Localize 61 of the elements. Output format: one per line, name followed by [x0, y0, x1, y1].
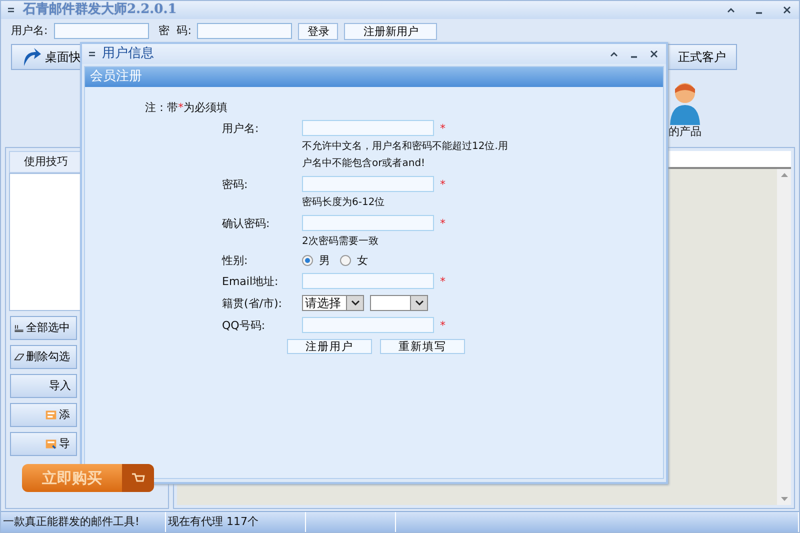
- product-label: 的产品: [668, 125, 702, 138]
- option-label: 女: [357, 254, 368, 268]
- close-icon[interactable]: [648, 48, 660, 60]
- scrollbar[interactable]: [777, 169, 791, 505]
- form-icon: [45, 437, 57, 451]
- status-text: 一款真正能群发的邮件工具!: [1, 512, 166, 532]
- dialog-title: 用户信息: [102, 46, 154, 62]
- dropdown[interactable]: [370, 295, 428, 312]
- cart-icon: [131, 472, 145, 484]
- password-field[interactable]: [197, 23, 292, 39]
- option-label: 男: [319, 254, 330, 268]
- username-field[interactable]: [54, 23, 149, 39]
- input-field[interactable]: [302, 215, 434, 232]
- input-field[interactable]: [302, 176, 434, 192]
- toolbar-button[interactable]: 正式客户: [667, 44, 737, 70]
- side-button[interactable]: 导入: [10, 374, 77, 398]
- dropdown[interactable]: 请选择: [302, 295, 364, 312]
- hint-text: 不允许中文名，用户名和密码不能超过12位.用: [302, 141, 509, 154]
- required-mark: *: [440, 274, 446, 288]
- required-mark: *: [440, 122, 446, 135]
- hint-text: 2次密码需要一致: [302, 236, 380, 248]
- tips-tab[interactable]: 使用技巧: [9, 151, 83, 173]
- form-button[interactable]: 重新填写: [380, 339, 465, 354]
- menu-icon[interactable]: [7, 6, 15, 14]
- side-button[interactable]: 删除勾选: [10, 345, 77, 369]
- radio-button[interactable]: [340, 255, 351, 266]
- scroll-down-icon[interactable]: [780, 497, 788, 501]
- caret-icon: [350, 300, 360, 306]
- close-icon[interactable]: [781, 4, 793, 16]
- hint-text: 户名中不能包含or或者and!: [302, 158, 426, 170]
- section-header: 会员注册: [85, 67, 663, 87]
- side-button[interactable]: 全部选中: [10, 316, 77, 340]
- input-field[interactable]: [302, 273, 434, 290]
- required-mark: *: [440, 178, 446, 191]
- field-label: 密 码:: [158, 24, 192, 38]
- caret-icon: [414, 300, 424, 306]
- login-button[interactable]: 登录: [298, 22, 338, 40]
- field-label: 用户名:: [11, 24, 48, 38]
- radio-button[interactable]: [302, 255, 313, 266]
- login-button[interactable]: 注册新用户: [344, 22, 438, 40]
- field-label: 籍贯(省/市):: [222, 296, 283, 310]
- field-label: Email地址:: [222, 274, 280, 288]
- input-field[interactable]: [302, 120, 434, 136]
- field-label: QQ号码:: [222, 318, 266, 332]
- field-label: 性别:: [222, 254, 249, 268]
- side-button[interactable]: 导: [10, 432, 77, 456]
- field-label: 确认密码:: [222, 216, 271, 230]
- required-note: 注：带*为必须填: [145, 101, 228, 114]
- field-label: 用户名:: [222, 122, 260, 135]
- required-mark: *: [440, 318, 446, 332]
- status-text: 现在有代理 117个: [166, 512, 306, 532]
- field-label: 密码:: [222, 178, 249, 191]
- menu-icon[interactable]: [88, 50, 96, 58]
- form-button[interactable]: 注册用户: [287, 339, 372, 354]
- required-mark: *: [440, 216, 446, 230]
- hint-text: 密码长度为6-12位: [302, 197, 386, 210]
- side-button[interactable]: 添: [10, 403, 77, 427]
- scroll-up-icon[interactable]: [780, 173, 788, 177]
- window-title: 石青邮件群发大师2.2.0.1: [23, 2, 177, 18]
- input-field[interactable]: [302, 317, 434, 334]
- form-icon: [45, 408, 57, 422]
